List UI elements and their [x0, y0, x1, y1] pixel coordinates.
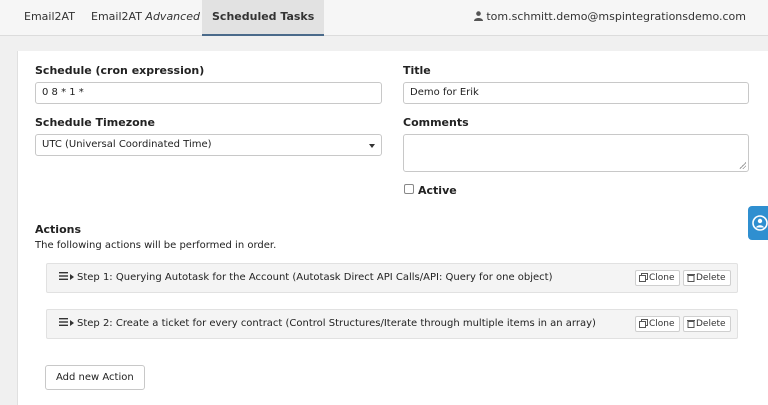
expand-caret-icon[interactable]	[70, 320, 74, 326]
step-header[interactable]: Step 1: Querying Autotask for the Accoun…	[59, 264, 553, 292]
trash-icon	[687, 320, 695, 328]
top-nav-bar: Email2AT Email2AT Advanced Scheduled Tas…	[0, 0, 768, 36]
delete-label: Delete	[696, 319, 726, 329]
schedule-input[interactable]: 0 8 * 1 *	[35, 82, 382, 104]
timezone-label: Schedule Timezone	[35, 116, 155, 129]
tab-label: Scheduled Tasks	[212, 10, 315, 23]
step-label: Step 2: Create a ticket for every contra…	[77, 318, 596, 329]
copy-icon	[639, 273, 648, 282]
clone-label: Clone	[649, 273, 675, 283]
schedule-label: Schedule (cron expression)	[35, 64, 205, 77]
tab-label-suffix: Advanced	[145, 10, 200, 23]
add-new-action-button[interactable]: Add new Action	[45, 365, 145, 390]
active-checkbox[interactable]	[404, 184, 414, 194]
tab-label: Email2AT	[91, 10, 142, 23]
user-email: tom.schmitt.demo@mspintegrationsdemo.com	[486, 10, 746, 23]
comments-label: Comments	[403, 116, 469, 129]
comments-textarea[interactable]	[403, 134, 749, 172]
user-icon	[474, 11, 484, 21]
step-header[interactable]: Step 2: Create a ticket for every contra…	[59, 310, 596, 338]
action-step: Step 2: Create a ticket for every contra…	[46, 309, 738, 339]
timezone-selected-value: UTC (Universal Coordinated Time)	[42, 139, 212, 150]
delete-button[interactable]: Delete	[683, 316, 731, 332]
clone-button[interactable]: Clone	[635, 316, 680, 332]
delete-button[interactable]: Delete	[683, 270, 731, 286]
copy-icon	[639, 319, 648, 328]
scheduled-task-form: Schedule (cron expression) 0 8 * 1 * Tit…	[17, 51, 768, 405]
help-widget[interactable]	[748, 206, 768, 240]
tab-email2at[interactable]: Email2AT	[14, 0, 85, 36]
tab-email2at-advanced[interactable]: Email2AT Advanced	[81, 0, 210, 36]
trash-icon	[687, 274, 695, 282]
active-label: Active	[418, 184, 457, 197]
resize-grip-icon[interactable]	[739, 162, 746, 169]
actions-heading: Actions	[35, 223, 81, 236]
actions-description: The following actions will be performed …	[35, 240, 277, 251]
clone-button[interactable]: Clone	[635, 270, 680, 286]
drag-handle-icon[interactable]	[59, 272, 68, 280]
timezone-select[interactable]: UTC (Universal Coordinated Time)	[35, 134, 382, 156]
user-account[interactable]: tom.schmitt.demo@mspintegrationsdemo.com	[474, 0, 746, 36]
expand-caret-icon[interactable]	[70, 274, 74, 280]
drag-handle-icon[interactable]	[59, 318, 68, 326]
clone-label: Clone	[649, 319, 675, 329]
title-input[interactable]: Demo for Erik	[403, 82, 749, 104]
action-step: Step 1: Querying Autotask for the Accoun…	[46, 263, 738, 293]
support-agent-icon	[752, 215, 768, 231]
tab-label: Email2AT	[24, 10, 75, 23]
step-label: Step 1: Querying Autotask for the Accoun…	[77, 272, 553, 283]
caret-down-icon	[369, 144, 375, 148]
tab-scheduled-tasks[interactable]: Scheduled Tasks	[202, 0, 325, 36]
title-label: Title	[403, 64, 431, 77]
delete-label: Delete	[696, 273, 726, 283]
